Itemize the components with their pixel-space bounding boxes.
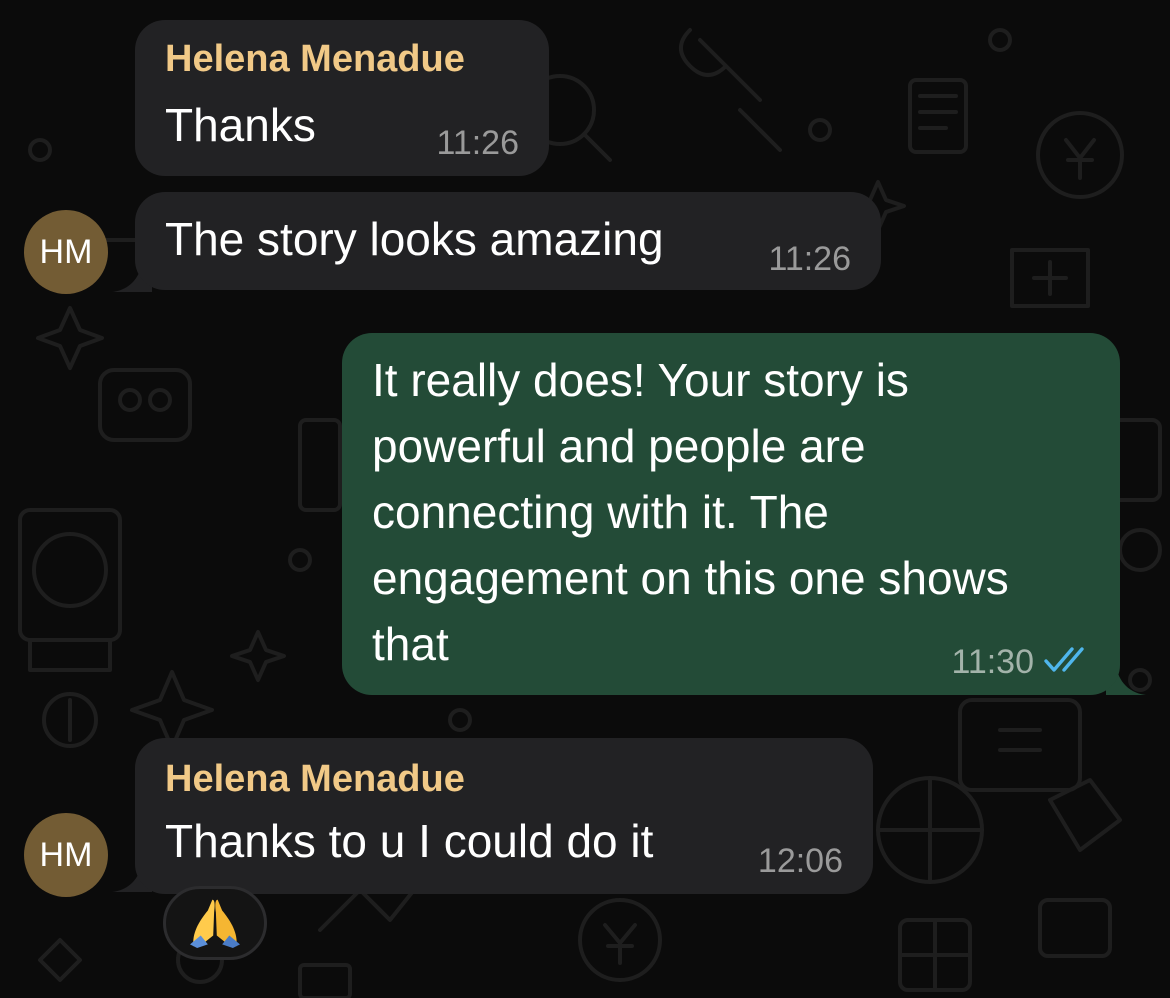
sender-name[interactable]: Helena Menadue [165, 38, 465, 81]
contact-avatar[interactable]: HM [24, 813, 108, 897]
message-bubble-outgoing[interactable]: It really does! Your story is powerful a… [342, 333, 1120, 695]
read-receipt-double-check-icon [1044, 647, 1084, 672]
message-bubble-incoming[interactable]: Helena Menadue Thanks 11:26 [135, 20, 549, 176]
message-time: 11:26 [768, 240, 851, 278]
message-bubble-incoming[interactable]: Helena Menadue Thanks to u I could do it… [135, 738, 873, 894]
message-text: Thanks to u I could do it [165, 815, 654, 867]
message-time: 11:30 [951, 643, 1034, 681]
message-text: Thanks [165, 99, 316, 151]
message-time: 11:26 [436, 124, 519, 162]
message-bubble-incoming[interactable]: The story looks amazing 11:26 [135, 192, 881, 290]
message-time: 12:06 [757, 842, 843, 880]
message-reaction[interactable] [163, 886, 267, 960]
praying-hands-icon [190, 899, 240, 948]
contact-avatar[interactable]: HM [24, 210, 108, 294]
sender-name[interactable]: Helena Menadue [165, 758, 465, 801]
message-text: It really does! Your story is powerful a… [372, 354, 1009, 670]
message-text: The story looks amazing [165, 213, 664, 265]
